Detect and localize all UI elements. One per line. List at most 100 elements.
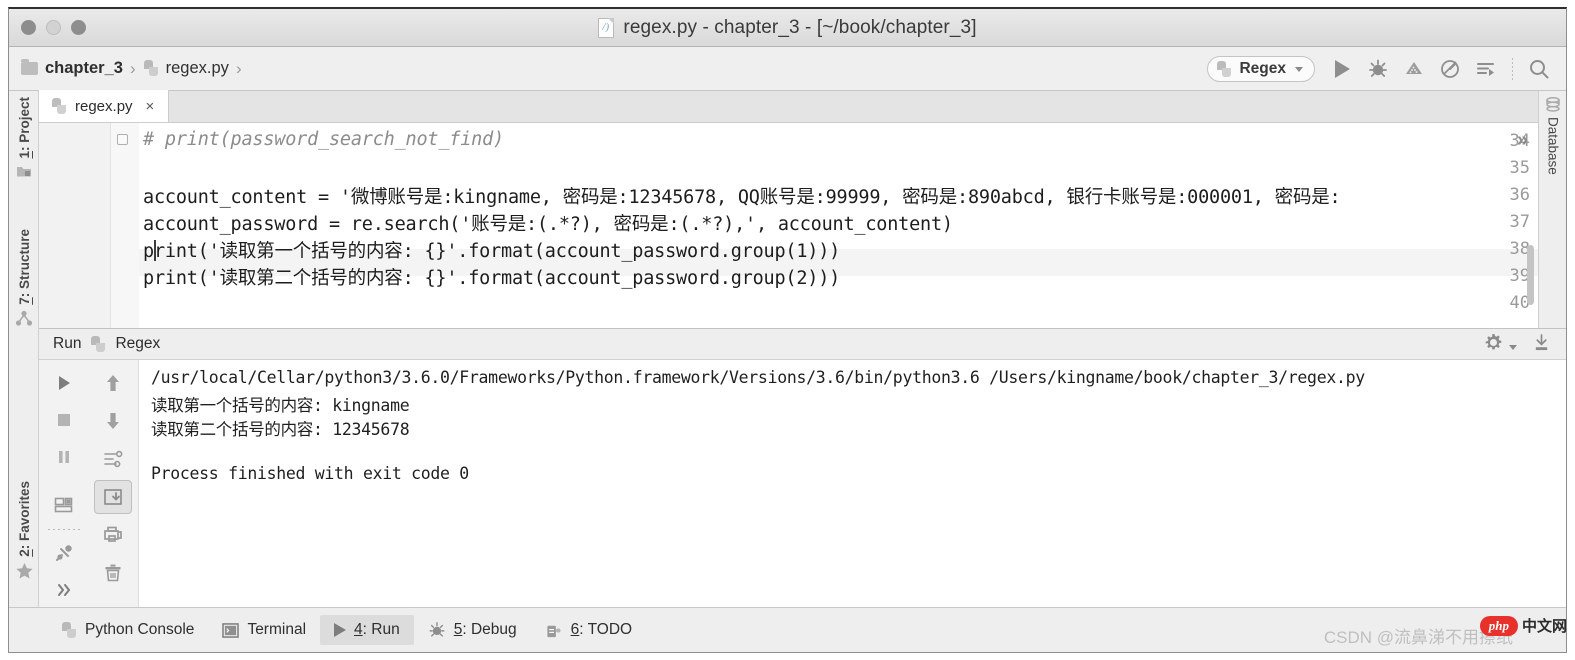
run-configuration-selector[interactable]: Regex — [1207, 56, 1315, 82]
status-tab-label: 4: Run — [354, 621, 400, 638]
breadcrumb-separator-icon: › — [129, 58, 136, 78]
structure-icon — [15, 310, 33, 326]
profile-icon — [1441, 60, 1459, 78]
line-number: 37 — [1509, 212, 1530, 232]
up-arrow-button[interactable] — [94, 366, 132, 400]
run-button[interactable] — [1325, 54, 1359, 84]
attach-to-process-button[interactable] — [1469, 54, 1503, 84]
maximize-window-button[interactable] — [71, 20, 86, 35]
title-bar: /) regex.py - chapter_3 - [~/book/chapte… — [9, 9, 1566, 47]
attach-to-process-icon — [1477, 63, 1494, 76]
run-panel-toolbar-right-column — [89, 366, 139, 607]
stop-button[interactable] — [45, 403, 83, 436]
status-tab-debug[interactable]: 5: Debug — [414, 615, 531, 645]
settings-gear-button[interactable] — [1484, 333, 1517, 357]
sidebar-item-project[interactable]: 1: Project — [9, 97, 39, 178]
breadcrumb-separator-icon: › — [235, 58, 242, 78]
window-title-container: /) regex.py - chapter_3 - [~/book/chapte… — [9, 17, 1566, 39]
terminal-icon — [222, 622, 240, 638]
code-editor[interactable]: 34 35 36 37 38 39 40 # print(password_se… — [39, 123, 1538, 328]
file-icon-letter: /) — [602, 20, 610, 33]
run-icon — [334, 623, 347, 637]
toolbar-divider — [47, 480, 80, 482]
breadcrumb-item-regex[interactable]: regex.py — [143, 59, 229, 78]
clear-all-button[interactable] — [94, 556, 132, 590]
sidebar-item-label: 7: Structure — [16, 229, 32, 305]
code-folding-gutter[interactable] — [111, 123, 139, 328]
debug-icon — [1369, 59, 1387, 77]
soft-wrap-button[interactable] — [94, 442, 132, 476]
debug-button[interactable] — [1361, 54, 1395, 84]
clear-all-icon — [105, 564, 121, 582]
status-tab-label: Python Console — [85, 621, 195, 638]
breadcrumb-label: regex.py — [165, 59, 229, 77]
up-arrow-icon — [107, 375, 120, 391]
export-to-file-button[interactable] — [1533, 333, 1550, 357]
project-icon — [17, 166, 31, 177]
breadcrumb-label: chapter_3 — [45, 59, 123, 77]
window-controls — [21, 20, 86, 35]
python-icon — [1216, 60, 1232, 78]
line-number-gutter — [39, 123, 111, 328]
python-icon — [90, 335, 106, 353]
toolbar-separator — [1512, 58, 1513, 80]
scroll-to-end-button[interactable] — [94, 480, 133, 514]
rerun-button[interactable] — [45, 366, 83, 399]
close-icon[interactable]: × — [146, 98, 155, 115]
expand-more-button[interactable] — [45, 574, 83, 607]
status-tab-label: 6: TODO — [570, 621, 633, 638]
pause-button[interactable] — [45, 440, 83, 473]
php-logo-badge: php — [1479, 615, 1518, 636]
run-tool-window-body: /usr/local/Cellar/python3/3.6.0/Framewor… — [39, 360, 1566, 607]
sidebar-item-structure[interactable]: 7: Structure — [9, 229, 39, 328]
scroll-to-end-icon — [104, 489, 123, 505]
left-tool-window-bar: 1: Project 7: Structure 2: Favorites — [9, 91, 39, 628]
breadcrumb-item-chapter_3[interactable]: chapter_3 — [21, 59, 123, 78]
pin-tab-icon — [55, 545, 72, 562]
status-tab-run[interactable]: 4: Run — [320, 615, 414, 645]
console-line: 读取第二个括号的内容: 12345678 — [151, 420, 410, 439]
code-line-38: print('读取第一个括号的内容: {}'.format(account_pa… — [143, 241, 841, 262]
folder-icon — [21, 59, 38, 75]
code-fold-marker[interactable] — [117, 134, 128, 145]
print-console-button[interactable] — [94, 518, 132, 552]
editor-tab-regex[interactable]: regex.py × — [39, 90, 170, 122]
stop-icon — [57, 413, 70, 426]
profile-button[interactable] — [1433, 54, 1467, 84]
console-output[interactable]: /usr/local/Cellar/python3/3.6.0/Framewor… — [139, 360, 1566, 607]
pause-icon — [58, 450, 69, 463]
editor-area: regex.py × 34 35 36 37 38 39 40 # print(… — [39, 90, 1538, 328]
pin-tab-button[interactable] — [45, 537, 83, 570]
status-tab-todo[interactable]: 6: TODO — [531, 615, 646, 645]
rerun-icon — [58, 375, 70, 390]
run-panel-config-name: Regex — [115, 335, 161, 352]
down-arrow-button[interactable] — [94, 404, 132, 438]
console-line: 读取第一个括号的内容: kingname — [151, 396, 410, 415]
sidebar-item-favorites[interactable]: 2: Favorites — [9, 481, 39, 580]
python-file-icon — [143, 60, 159, 77]
close-window-button[interactable] — [21, 20, 36, 35]
toolbar-divider — [47, 528, 80, 530]
code-line-36: account_content = '微博账号是:kingname, 密码是:1… — [143, 187, 1341, 208]
star-icon — [15, 562, 33, 579]
search-icon — [1530, 60, 1549, 79]
minimize-window-button[interactable] — [46, 20, 61, 35]
run-panel-toolbar — [39, 360, 139, 607]
coverage-button[interactable] — [1397, 54, 1431, 84]
editor-vertical-scrollbar[interactable] — [1527, 245, 1534, 305]
settings-gear-icon — [1485, 333, 1501, 350]
collapse-editor-icon[interactable]: » — [1517, 129, 1528, 152]
sidebar-item-label: Database — [1545, 117, 1561, 175]
pycharm-window-screenshot: /) regex.py - chapter_3 - [~/book/chapte… — [0, 0, 1575, 660]
toolbar-actions: Regex — [1207, 47, 1556, 91]
status-tab-python-console[interactable]: Python Console — [47, 615, 208, 645]
status-tab-terminal[interactable]: Terminal — [208, 615, 320, 645]
search-everywhere-button[interactable] — [1522, 54, 1556, 84]
run-panel-toolbar-left-column — [39, 366, 89, 607]
editor-tab-label: regex.py — [75, 97, 133, 115]
soft-wrap-icon — [104, 450, 123, 468]
print-button[interactable] — [45, 488, 83, 521]
run-panel-title: Run — [53, 335, 82, 352]
sidebar-item-database[interactable]: Database — [1539, 97, 1566, 175]
application-window: /) regex.py - chapter_3 - [~/book/chapte… — [8, 7, 1567, 653]
